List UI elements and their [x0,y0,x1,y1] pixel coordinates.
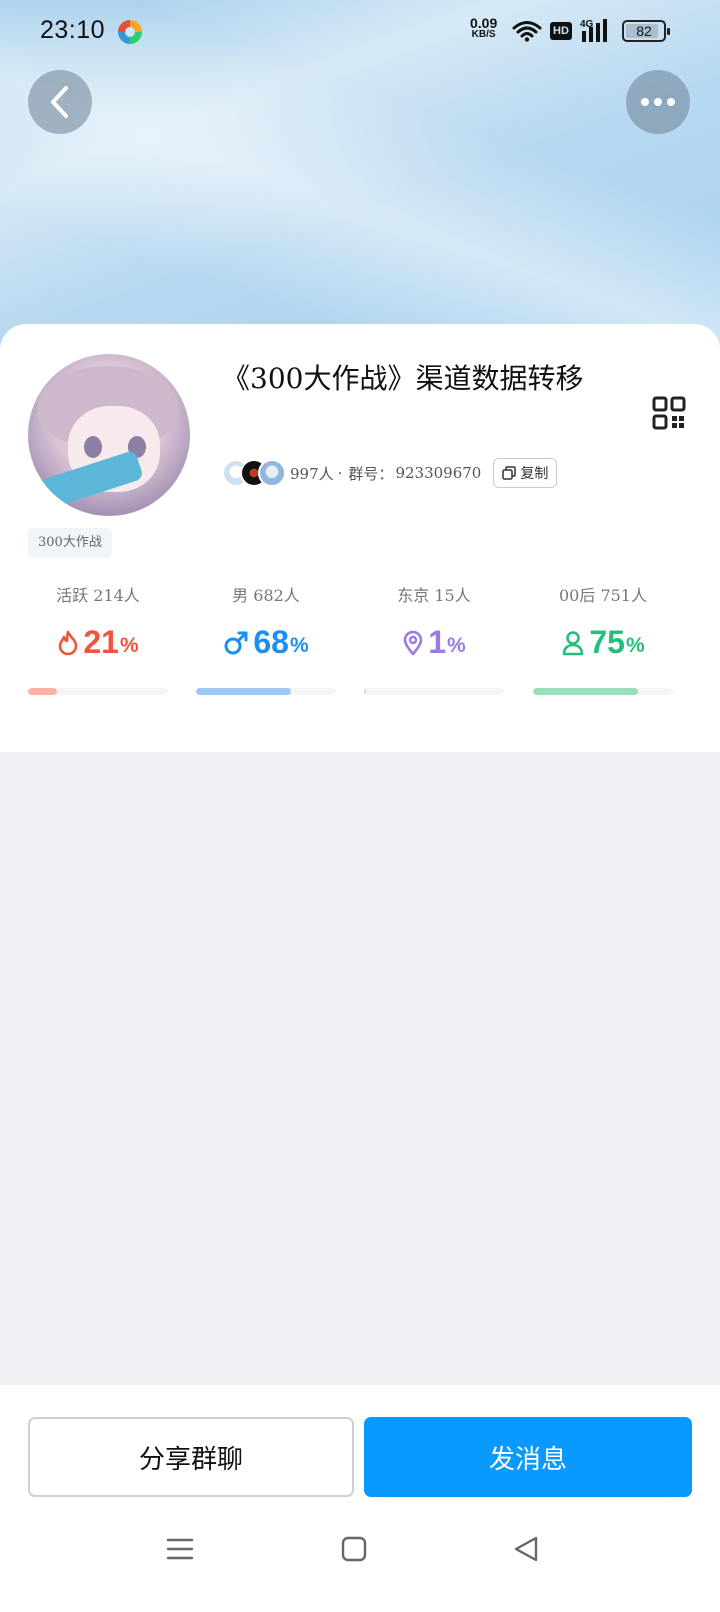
bottom-panel: 分享群聊 发消息 [0,1385,720,1612]
signal-icon: 4G [580,19,607,42]
share-group-button[interactable]: 分享群聊 [28,1417,354,1497]
group-info-card: 《300大作战》渠道数据转移 997人 · 群号： 923309670 复制 3… [0,324,720,752]
person-icon [563,630,584,655]
stat-value: 68% [196,624,336,661]
copy-button[interactable]: 复制 [493,458,558,488]
net-speed-unit: KB/S [471,29,496,40]
stat-bar [28,688,168,695]
status-time: 23:10 [40,16,106,44]
stat-bar-fill [364,688,366,695]
stat-unit: % [447,633,466,657]
stat-value: 21% [28,624,168,661]
group-id: 923309670 [395,464,482,482]
stat-gender[interactable]: 男 682人 68% [196,582,336,702]
system-navigation-bar [0,1535,720,1595]
wifi-icon [512,21,542,42]
meta-separator: · [337,464,343,482]
flame-icon [59,630,78,655]
back-button[interactable] [28,70,92,134]
stat-location[interactable]: 东京 15人 1% [364,582,504,702]
battery-icon: 82 [622,20,670,42]
stat-label: 活跃 214人 [56,586,140,605]
stat-number: 1 [428,624,447,660]
stat-bar [364,688,504,695]
stat-unit: % [119,633,139,657]
group-stats: 活跃 214人 21% 男 682人 68% 东京 15人 1 % 00后 75… [28,582,692,702]
battery-level: 82 [636,23,652,39]
net-speed: 0.09 KB/S [470,15,498,40]
copy-label: 复制 [520,466,549,482]
app-notification-icon [118,20,142,44]
stat-bar-fill [533,688,638,695]
stat-bar-fill [196,688,292,695]
stat-bar-fill [28,688,58,695]
stat-age[interactable]: 00后 751人 75% [533,582,673,702]
group-tag[interactable]: 300大作战 [28,528,112,558]
send-message-button[interactable]: 发消息 [364,1417,692,1497]
net-speed-value: 0.09 [470,15,498,31]
stat-label: 00后 751人 [559,586,647,605]
stat-value: 75% [533,624,673,661]
location-pin-icon [403,630,423,655]
stat-unit: % [289,633,309,657]
group-id-label: 群号： [348,464,394,483]
group-name: 《300大作战》渠道数据转移 [222,362,584,395]
triangle-back-icon[interactable] [512,1535,540,1563]
stat-number: 21 [83,624,119,660]
stat-bar [533,688,673,695]
avatar [258,459,286,487]
more-horizontal-icon [641,98,675,106]
more-button[interactable] [626,70,690,134]
square-home-icon[interactable] [340,1535,368,1563]
stat-label: 东京 15人 [397,586,471,605]
chevron-left-icon [51,86,68,118]
member-avatars[interactable] [222,458,288,488]
stat-value: 1% [364,624,504,661]
stat-bar [196,688,336,695]
stat-number: 68 [253,624,289,660]
stat-label: 男 682人 [232,586,300,605]
menu-icon[interactable] [166,1535,194,1563]
stat-number: 75 [589,624,625,660]
status-bar: 23:10 0.09 KB/S HD 4G 82 [0,0,720,64]
group-avatar[interactable] [28,354,190,516]
male-icon [224,631,248,654]
qr-code-icon[interactable] [652,396,686,430]
hd-icon: HD [550,22,572,40]
group-meta: 997人 · 群号： 923309670 复制 [222,458,558,488]
stat-active[interactable]: 活跃 214人 21% [28,582,168,702]
copy-icon [502,466,517,480]
member-count: 997人 [290,464,334,483]
stat-unit: % [625,633,645,657]
